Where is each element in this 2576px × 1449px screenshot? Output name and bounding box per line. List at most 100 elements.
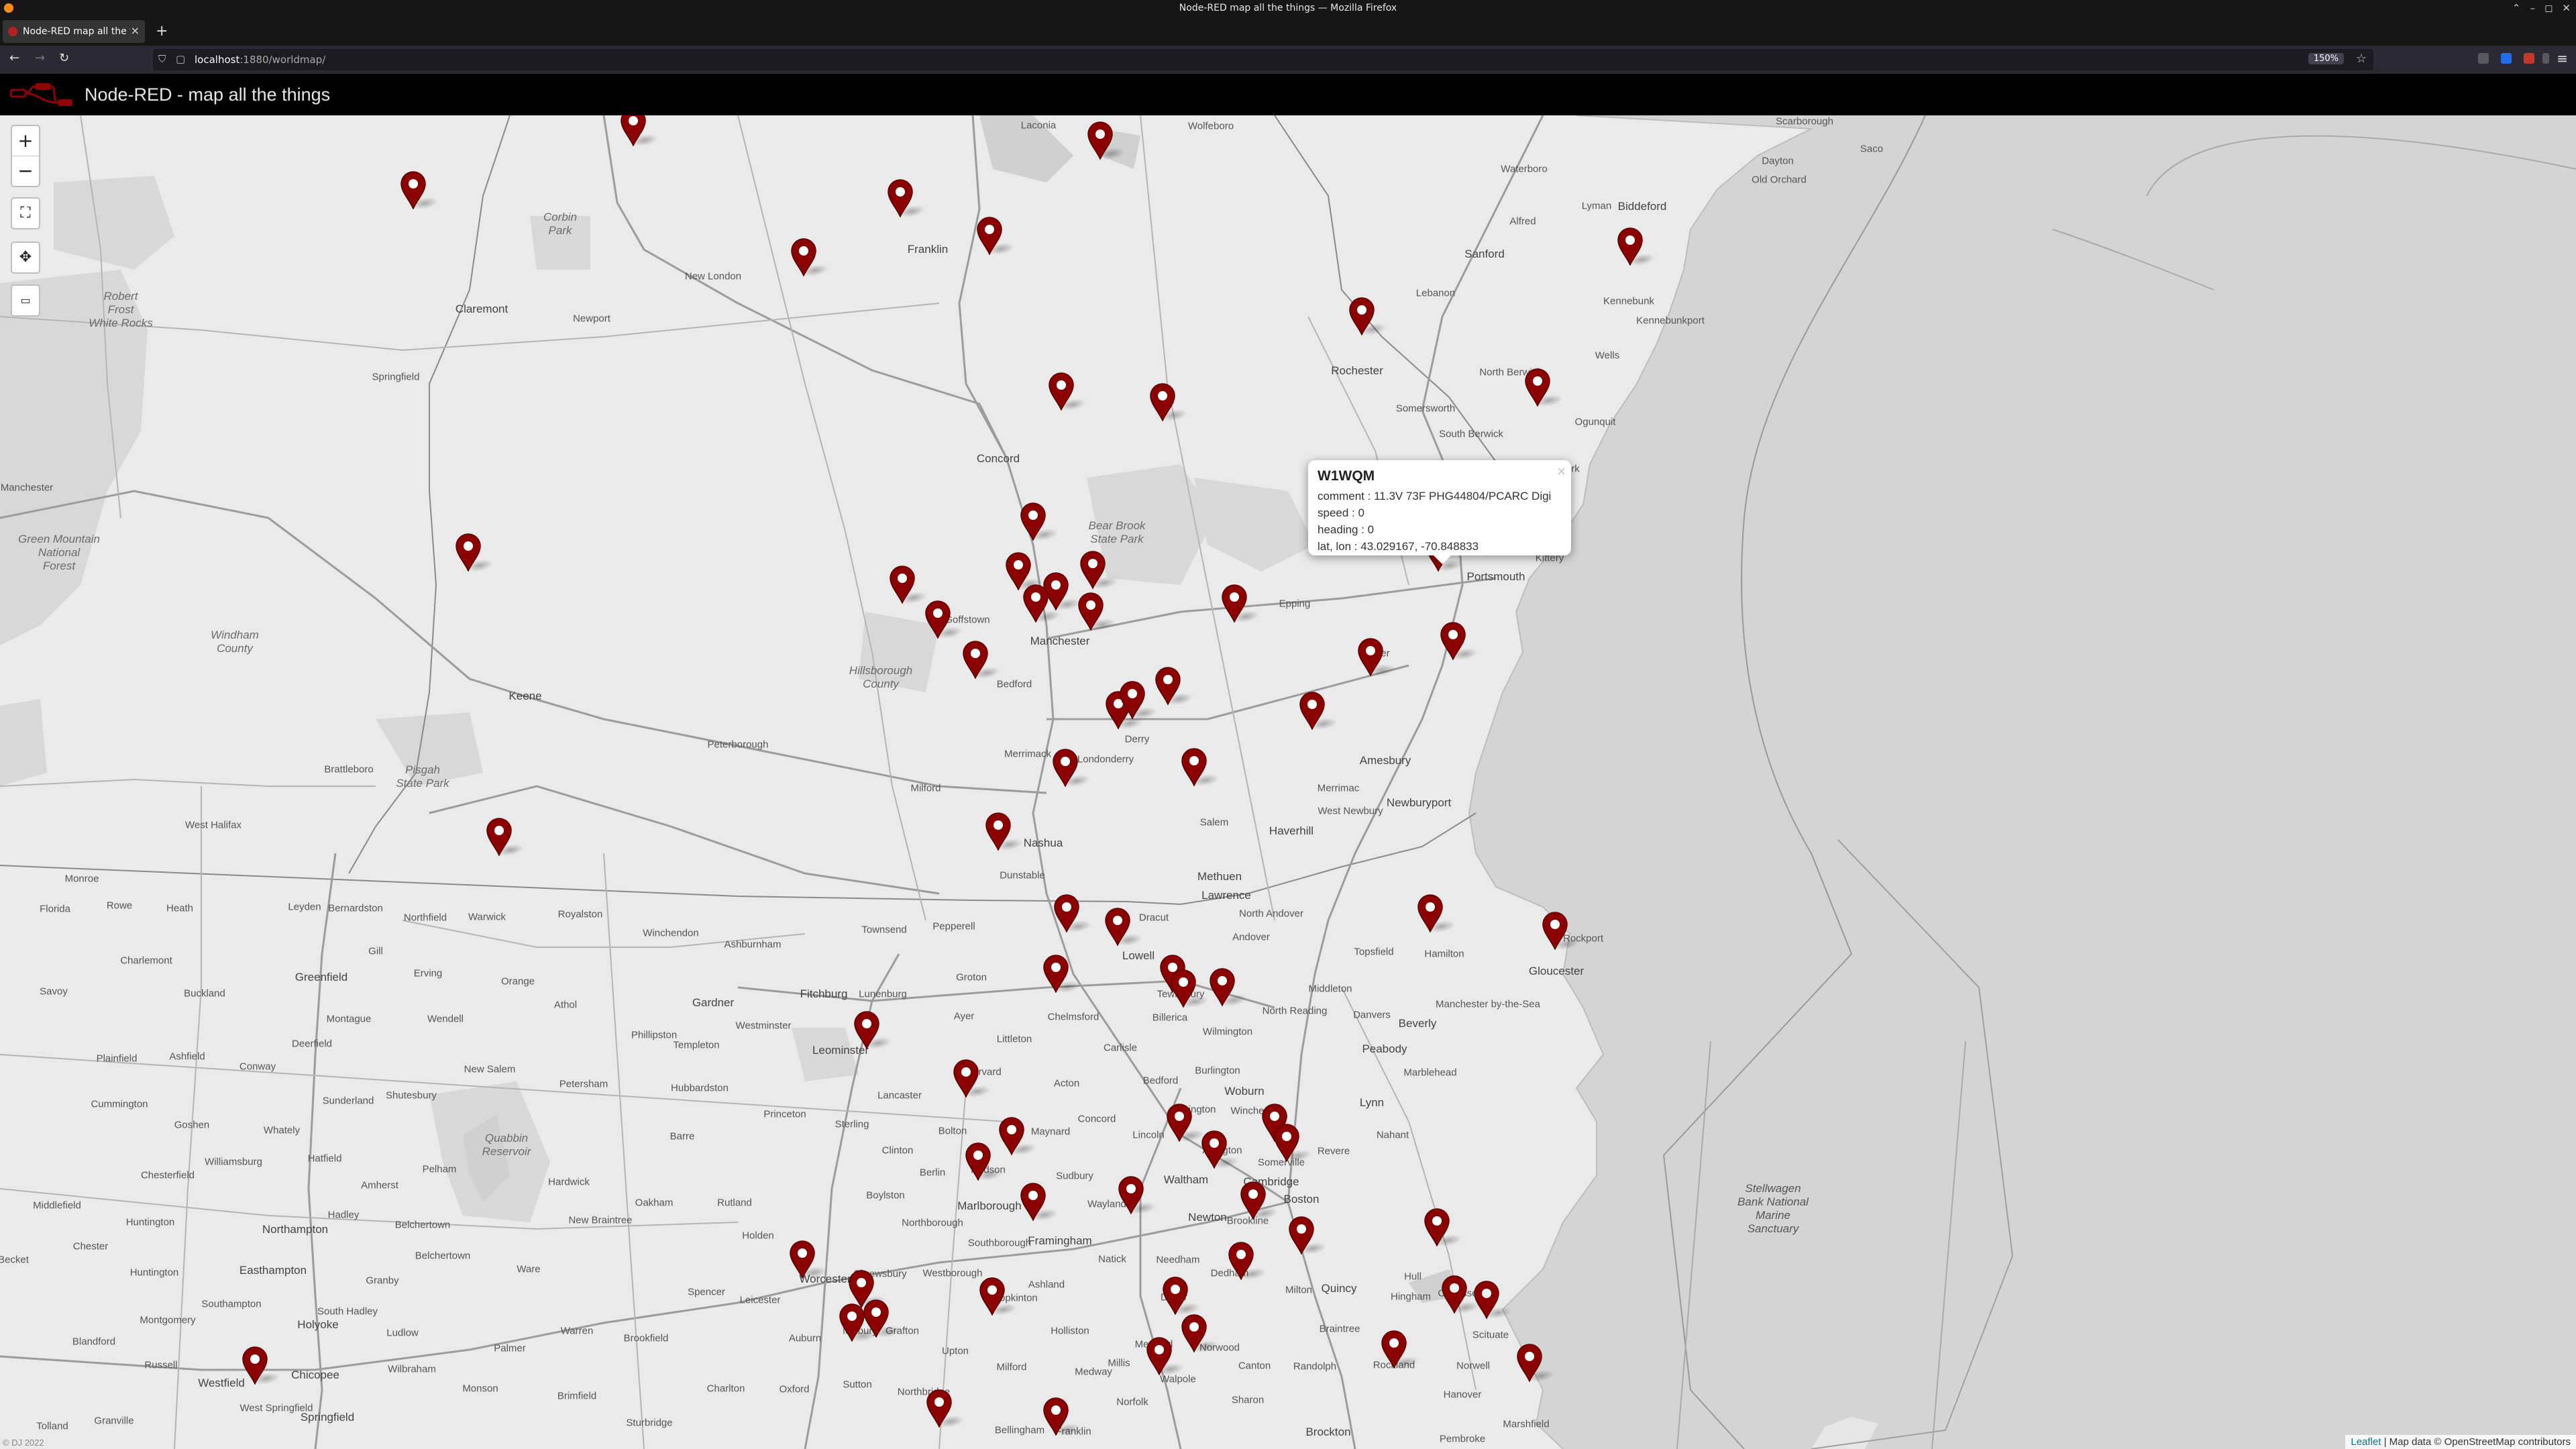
map-marker-pin-icon[interactable]: [1020, 1182, 1046, 1221]
map-marker-pin-icon[interactable]: [1348, 297, 1375, 335]
locate-control: ✥: [11, 241, 40, 274]
map-marker-pin-icon[interactable]: [1524, 368, 1551, 407]
fullscreen-button[interactable]: ⛶: [12, 199, 39, 228]
map-marker-pin-icon[interactable]: [1042, 954, 1069, 993]
map-marker-pin-icon[interactable]: [839, 1303, 865, 1342]
map-marker-pin-icon[interactable]: [400, 170, 427, 209]
map-marker-pin-icon[interactable]: [1119, 680, 1146, 719]
map-marker-pin-icon[interactable]: [853, 1010, 880, 1049]
tab-close-icon[interactable]: ×: [131, 24, 140, 37]
bookmark-star-icon[interactable]: ☆: [2356, 52, 2367, 66]
extensions-icon[interactable]: [2542, 53, 2549, 64]
map-marker-pin-icon[interactable]: [1155, 666, 1181, 705]
window-close-icon[interactable]: ✕: [2562, 2, 2571, 14]
map-marker-pin-icon[interactable]: [1417, 894, 1444, 932]
reload-button[interactable]: ↻: [59, 51, 69, 65]
map-marker-pin-icon[interactable]: [1170, 969, 1197, 1008]
map-marker-pin-icon[interactable]: [979, 1277, 1006, 1316]
new-tab-button[interactable]: +: [156, 23, 168, 40]
map-marker-pin-icon[interactable]: [1516, 1343, 1543, 1382]
map-marker-pin-icon[interactable]: [1424, 1208, 1450, 1246]
zoom-out-button[interactable]: −: [12, 156, 39, 186]
page-info-icon[interactable]: ▢: [176, 53, 185, 65]
extension-bitwarden-icon[interactable]: [2501, 53, 2512, 64]
map-marker-pin-icon[interactable]: [926, 1389, 953, 1428]
place-label: Winchendon: [643, 927, 699, 939]
map-marker-pin-icon[interactable]: [1146, 1336, 1173, 1375]
map-view[interactable]: Laconia Wolfeboro Scarborough Saco Dayton Old…: [0, 115, 2576, 1449]
map-marker-pin-icon[interactable]: [1118, 1175, 1144, 1214]
window-pin-icon[interactable]: ⌃: [2512, 2, 2521, 14]
window-minimize-icon[interactable]: –: [2530, 2, 2535, 14]
map-marker-pin-icon[interactable]: [241, 1346, 268, 1385]
popup-close-button[interactable]: ×: [1557, 463, 1566, 480]
map-marker-pin-icon[interactable]: [789, 1240, 816, 1279]
map-marker-pin-icon[interactable]: [1181, 1313, 1208, 1352]
map-marker-pin-icon[interactable]: [1022, 584, 1049, 623]
map-marker-pin-icon[interactable]: [1440, 621, 1466, 660]
map-marker-pin-icon[interactable]: [1052, 748, 1079, 787]
map-marker-pin-icon[interactable]: [924, 600, 951, 639]
ruler-button[interactable]: ▭: [12, 286, 39, 315]
url-bar[interactable]: ⛉ ▢ localhost:1880/worldmap/ 150% ☆: [153, 49, 2373, 70]
map-marker-pin-icon[interactable]: [1020, 502, 1046, 541]
map-marker-pin-icon[interactable]: [1441, 1275, 1468, 1313]
tab-bar: Node-RED map all the things × +: [0, 17, 2576, 46]
map-marker-pin-icon[interactable]: [1288, 1216, 1315, 1254]
map-marker-pin-icon[interactable]: [1087, 121, 1114, 160]
map-marker-pin-icon[interactable]: [887, 178, 914, 217]
map-marker-pin-icon[interactable]: [1542, 911, 1568, 950]
map-marker-pin-icon[interactable]: [985, 812, 1012, 851]
leaflet-link[interactable]: Leaflet: [2351, 1436, 2381, 1448]
map-marker-pin-icon[interactable]: [1162, 1276, 1189, 1315]
place-label: Milford: [910, 782, 941, 794]
map-marker-pin-icon[interactable]: [962, 640, 989, 679]
back-button[interactable]: ←: [9, 51, 19, 65]
zoom-in-button[interactable]: +: [12, 126, 39, 156]
window-maximize-icon[interactable]: ◻: [2544, 2, 2553, 14]
place-label: Millis: [1108, 1357, 1130, 1369]
locate-button[interactable]: ✥: [12, 243, 39, 272]
place-label: Hadley: [327, 1209, 360, 1221]
map-marker-pin-icon[interactable]: [1201, 1130, 1228, 1169]
map-marker-pin-icon[interactable]: [486, 817, 513, 856]
place-label: Westminster: [735, 1020, 792, 1032]
forward-button[interactable]: →: [35, 51, 45, 65]
map-marker-pin-icon[interactable]: [976, 216, 1003, 255]
map-marker-pin-icon[interactable]: [1077, 592, 1104, 631]
map-marker-pin-icon[interactable]: [1617, 227, 1644, 266]
map-marker-pin-icon[interactable]: [1209, 967, 1236, 1006]
url-text[interactable]: localhost:1880/worldmap/: [195, 54, 325, 66]
tracking-shield-icon[interactable]: ⛉: [158, 53, 166, 65]
map-marker-pin-icon[interactable]: [1221, 584, 1248, 623]
map-marker-pin-icon[interactable]: [455, 533, 482, 572]
app-menu-button[interactable]: ≡: [2557, 50, 2568, 66]
map-marker-pin-icon[interactable]: [965, 1142, 991, 1181]
map-marker-pin-icon[interactable]: [620, 115, 647, 146]
map-marker-pin-icon[interactable]: [1149, 382, 1176, 421]
map-marker-pin-icon[interactable]: [1273, 1123, 1300, 1162]
map-marker-pin-icon[interactable]: [1228, 1241, 1254, 1280]
map-marker-pin-icon[interactable]: [998, 1116, 1025, 1155]
map-marker-pin-icon[interactable]: [1048, 372, 1075, 411]
map-marker-pin-icon[interactable]: [1053, 894, 1080, 932]
map-marker-pin-icon[interactable]: [1299, 691, 1326, 730]
extension-red-icon[interactable]: [2524, 53, 2534, 64]
pocket-icon[interactable]: [2478, 53, 2489, 64]
tab-node-red-map[interactable]: Node-RED map all the things ×: [3, 20, 145, 43]
map-marker-pin-icon[interactable]: [953, 1059, 979, 1097]
place-label: Blandford: [72, 1336, 116, 1348]
map-marker-pin-icon[interactable]: [1104, 907, 1131, 946]
map-marker-pin-icon[interactable]: [1166, 1103, 1193, 1142]
map-marker-pin-icon[interactable]: [1240, 1181, 1267, 1220]
map-marker-pin-icon[interactable]: [790, 237, 817, 276]
map-marker-pin-icon[interactable]: [1079, 550, 1106, 589]
map-marker-pin-icon[interactable]: [1357, 637, 1384, 676]
map-marker-pin-icon[interactable]: [1042, 1397, 1069, 1436]
map-marker-pin-icon[interactable]: [1381, 1330, 1407, 1368]
map-marker-pin-icon[interactable]: [1473, 1280, 1500, 1319]
zoom-level-badge[interactable]: 150%: [2308, 53, 2344, 64]
map-marker-pin-icon[interactable]: [1181, 747, 1208, 786]
map-marker-pin-icon[interactable]: [889, 565, 916, 604]
place-label: Huntington: [125, 1216, 175, 1228]
